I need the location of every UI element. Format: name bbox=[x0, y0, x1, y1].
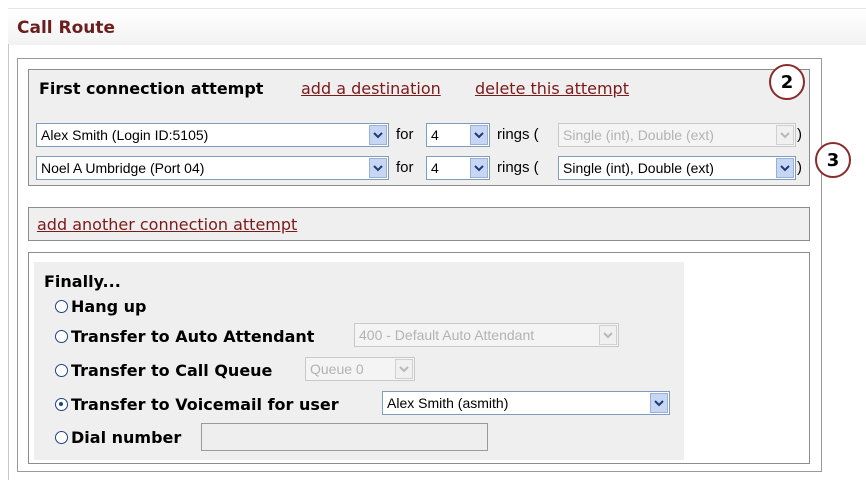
chevron-down-icon bbox=[369, 125, 387, 145]
option-voicemail-label: Transfer to Voicemail for user bbox=[71, 395, 339, 414]
option-call-queue-label: Transfer to Call Queue bbox=[71, 361, 273, 380]
ring-type-select-2[interactable]: Single (int), Double (ext) bbox=[558, 156, 796, 180]
rings-select-1[interactable]: 4 bbox=[426, 123, 490, 147]
option-auto-attendant-label: Transfer to Auto Attendant bbox=[71, 327, 315, 346]
chevron-down-icon bbox=[776, 158, 794, 178]
callout-marker-3: 3 bbox=[815, 142, 851, 178]
delete-attempt-link[interactable]: delete this attempt bbox=[475, 79, 629, 98]
radio-hang-up[interactable] bbox=[55, 300, 68, 313]
rings-select-2[interactable]: 4 bbox=[426, 156, 490, 180]
destination-value-2: Noel A Umbridge (Port 04) bbox=[41, 160, 205, 176]
chevron-down-icon bbox=[599, 325, 617, 345]
option-hang-up-label: Hang up bbox=[71, 297, 147, 316]
destination-select-1[interactable]: Alex Smith (Login ID:5105) bbox=[36, 123, 389, 147]
option-voicemail[interactable]: Transfer to Voicemail for user bbox=[55, 395, 339, 414]
left-divider bbox=[8, 44, 9, 480]
option-dial-number[interactable]: Dial number bbox=[55, 428, 181, 447]
add-attempt-link[interactable]: add another connection attempt bbox=[37, 215, 297, 234]
option-dial-number-label: Dial number bbox=[71, 428, 182, 447]
auto-attendant-select[interactable]: 400 - Default Auto Attendant bbox=[354, 323, 619, 347]
for-label-1: for bbox=[396, 126, 414, 143]
rings-label-1: rings ( bbox=[497, 126, 539, 143]
voicemail-user-value: Alex Smith (asmith) bbox=[387, 395, 509, 411]
rings-label-2: rings ( bbox=[497, 159, 539, 176]
call-queue-value: Queue 0 bbox=[310, 361, 364, 377]
chevron-down-icon bbox=[470, 125, 488, 145]
option-call-queue[interactable]: Transfer to Call Queue bbox=[55, 361, 272, 380]
destination-select-2[interactable]: Noel A Umbridge (Port 04) bbox=[36, 156, 389, 180]
for-label-2: for bbox=[396, 159, 414, 176]
chevron-down-icon bbox=[369, 158, 387, 178]
radio-call-queue[interactable] bbox=[55, 364, 68, 377]
header-band bbox=[8, 8, 866, 45]
chevron-down-icon bbox=[650, 393, 668, 413]
add-destination-link[interactable]: add a destination bbox=[301, 79, 441, 98]
option-hang-up[interactable]: Hang up bbox=[55, 297, 146, 316]
option-auto-attendant[interactable]: Transfer to Auto Attendant bbox=[55, 327, 314, 346]
callout-marker-2: 2 bbox=[769, 64, 805, 100]
call-queue-select[interactable]: Queue 0 bbox=[305, 357, 415, 381]
rings-value-1: 4 bbox=[431, 127, 439, 143]
ring-type-select-1[interactable]: Single (int), Double (ext) bbox=[558, 123, 796, 147]
auto-attendant-value: 400 - Default Auto Attendant bbox=[359, 327, 535, 343]
chevron-down-icon bbox=[395, 359, 413, 379]
rings-value-2: 4 bbox=[431, 160, 439, 176]
radio-dial-number[interactable] bbox=[55, 431, 68, 444]
chevron-down-icon bbox=[776, 125, 794, 145]
page-title: Call Route bbox=[17, 18, 116, 38]
ring-type-value-2: Single (int), Double (ext) bbox=[563, 160, 714, 176]
close-paren-1: ) bbox=[797, 126, 802, 143]
voicemail-user-select[interactable]: Alex Smith (asmith) bbox=[382, 391, 670, 415]
ring-type-value-1: Single (int), Double (ext) bbox=[563, 127, 714, 143]
attempt-heading: First connection attempt bbox=[39, 79, 264, 98]
destination-value-1: Alex Smith (Login ID:5105) bbox=[41, 127, 209, 143]
dial-number-input[interactable] bbox=[201, 423, 488, 451]
radio-voicemail[interactable] bbox=[55, 398, 68, 411]
radio-auto-attendant[interactable] bbox=[55, 330, 68, 343]
close-paren-2: ) bbox=[797, 159, 802, 176]
finally-heading: Finally... bbox=[44, 272, 121, 291]
chevron-down-icon bbox=[470, 158, 488, 178]
